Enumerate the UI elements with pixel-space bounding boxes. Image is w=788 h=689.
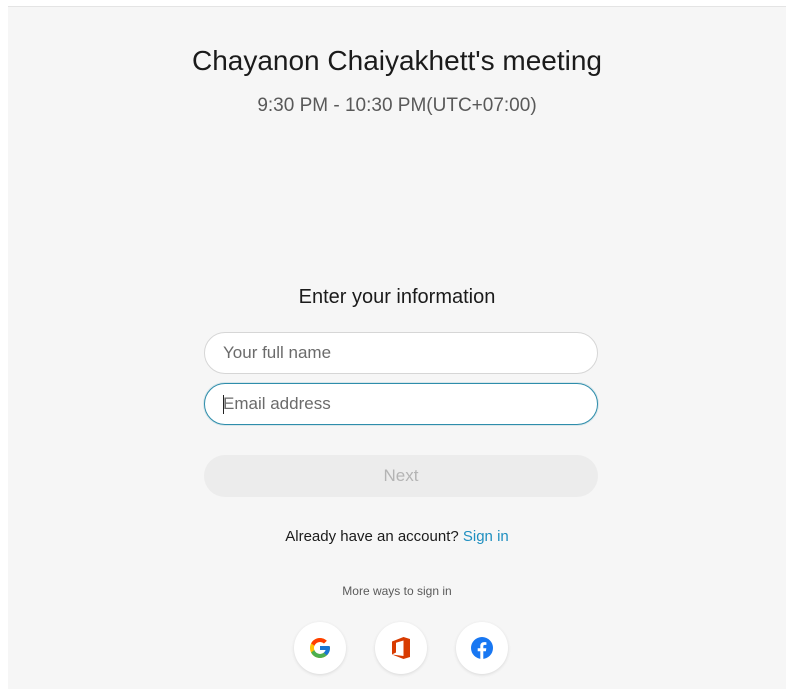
- next-button[interactable]: Next: [204, 455, 598, 497]
- facebook-icon: [471, 637, 493, 659]
- facebook-sign-in-button[interactable]: [456, 622, 508, 674]
- google-sign-in-button[interactable]: [294, 622, 346, 674]
- account-prompt: Already have an account?: [285, 528, 459, 545]
- account-prompt-line: Already have an account? Sign in: [8, 528, 786, 545]
- more-ways-label: More ways to sign in: [342, 584, 452, 598]
- office-sign-in-button[interactable]: [375, 622, 427, 674]
- meeting-time: 9:30 PM - 10:30 PM(UTC+07:00): [257, 95, 537, 116]
- email-input[interactable]: [204, 383, 598, 425]
- meeting-title: Chayanon Chaiyakhett's meeting: [191, 45, 603, 76]
- office-icon: [392, 637, 410, 659]
- google-icon: [310, 638, 330, 658]
- full-name-input[interactable]: [204, 332, 598, 374]
- form-heading: Enter your information: [298, 286, 496, 308]
- sign-in-link[interactable]: Sign in: [463, 528, 509, 545]
- text-caret: [223, 395, 224, 414]
- join-meeting-panel: Chayanon Chaiyakhett's meeting 9:30 PM -…: [8, 6, 786, 689]
